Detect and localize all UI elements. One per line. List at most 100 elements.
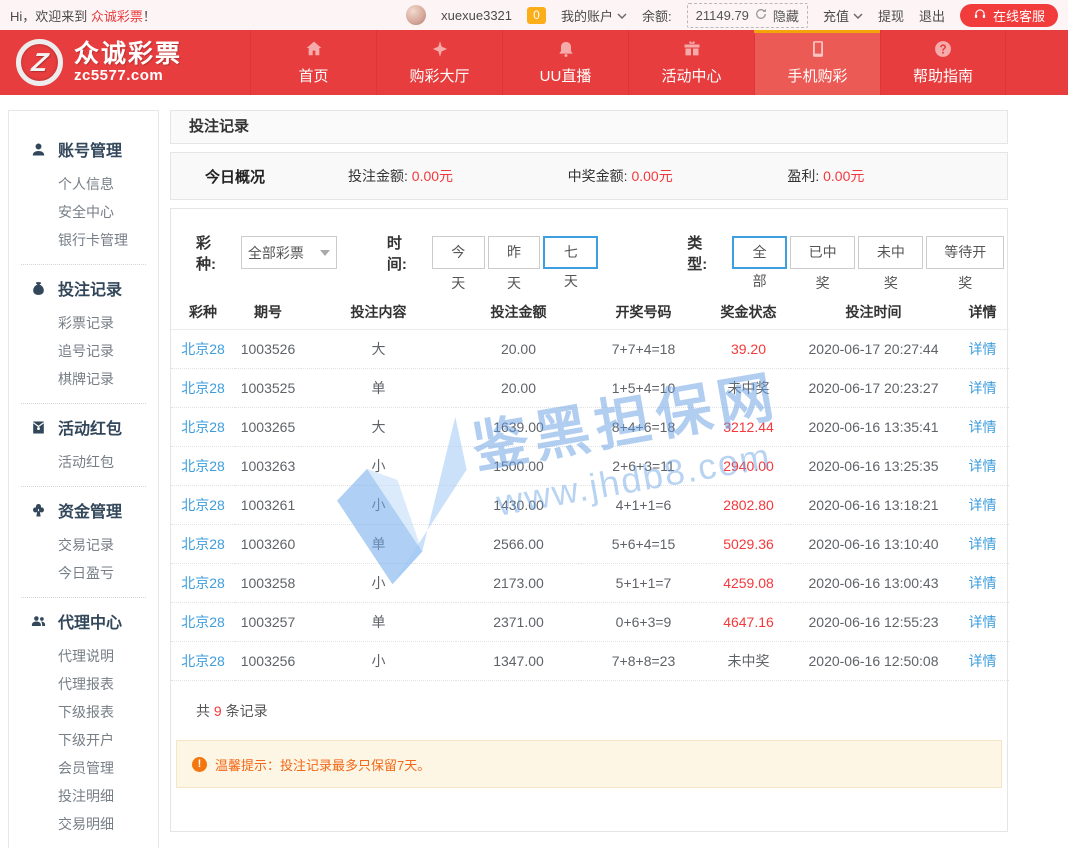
detail-link[interactable]: 详情 [969,536,997,552]
lottery-link[interactable]: 北京28 [181,575,225,591]
draw-numbers-cell: 8+4+6=18 [612,419,675,435]
sidebar-item[interactable]: 代理报表 [9,670,158,698]
my-account-menu[interactable]: 我的账户 [561,6,627,25]
lottery-link[interactable]: 北京28 [181,497,225,513]
divider [21,597,146,598]
type-filter-all[interactable]: 全部 [732,236,787,269]
bet-content-cell: 单 [372,614,386,630]
lottery-link[interactable]: 北京28 [181,419,225,435]
message-count-badge[interactable]: 0 [527,7,546,24]
nav-item-uu-live[interactable]: UU直播 [502,30,628,95]
lottery-link[interactable]: 北京28 [181,614,225,630]
gift-icon [682,39,702,59]
sidebar-item[interactable]: 交易记录 [9,531,158,559]
sidebar-item[interactable]: 会员管理 [9,754,158,782]
detail-link[interactable]: 详情 [969,575,997,591]
time-filter-today[interactable]: 今天 [432,236,485,269]
lottery-link[interactable]: 北京28 [181,458,225,474]
nav-item-lottery-hall[interactable]: 购彩大厅 [376,30,502,95]
detail-link[interactable]: 详情 [969,458,997,474]
sidebar-section-account[interactable]: 账号管理 [9,134,158,164]
sidebar-section-agent[interactable]: 代理中心 [9,606,158,636]
online-service-button[interactable]: 在线客服 [960,4,1058,27]
nav-item-help-guide[interactable]: 帮助指南 [880,30,1006,95]
sidebar-items-red-packet: 活动红包 [9,448,158,476]
detail-link[interactable]: 详情 [969,380,997,396]
chevron-down-icon [853,8,863,23]
redpacket-icon [30,419,47,436]
sidebar-item[interactable]: 追号记录 [9,337,158,365]
lottery-select[interactable]: 全部彩票 [241,236,337,269]
lottery-link[interactable]: 北京28 [181,341,225,357]
recharge-menu[interactable]: 充值 [823,6,863,25]
refresh-icon[interactable] [755,8,767,23]
prize-status-cell: 未中奖 [728,380,770,396]
nav-item-mobile-lottery[interactable]: 手机购彩 [754,30,880,95]
table-row: 北京281003526大20.007+7+4=1839.202020-06-17… [171,329,1009,368]
time-filter-yesterday[interactable]: 昨天 [488,236,541,269]
home-icon [304,39,324,59]
draw-numbers-cell: 4+1+1=6 [616,497,672,513]
sidebar-section-red-packet[interactable]: 活动红包 [9,412,158,442]
bet-time-cell: 2020-06-16 12:55:23 [809,614,939,630]
bet-content-cell: 小 [372,458,386,474]
summary-win-amount: 中奖金额: 0.00元 [568,166,788,186]
site-logo[interactable]: Z 众诚彩票 zc5577.com [0,30,250,95]
detail-link[interactable]: 详情 [969,653,997,669]
hide-balance-link[interactable]: 隐藏 [773,6,799,25]
sidebar-section-bet-records[interactable]: 投注记录 [9,273,158,303]
lottery-link[interactable]: 北京28 [181,653,225,669]
sidebar-item[interactable]: 交易明细 [9,810,158,838]
sidebar-items-account: 个人信息安全中心银行卡管理 [9,170,158,254]
sidebar-item[interactable]: 银行卡管理 [9,226,158,254]
sidebar-item[interactable]: 安全中心 [9,198,158,226]
issue-cell: 1003261 [241,497,296,513]
bet-time-cell: 2020-06-17 20:27:44 [809,341,939,357]
logout-link[interactable]: 退出 [919,6,945,25]
sidebar-section-funds[interactable]: 资金管理 [9,495,158,525]
table-header-row: 彩种期号投注内容投注金额开奖号码奖金状态投注时间详情 [171,296,1009,329]
records-panel: 彩种: 全部彩票 时间: 今天 昨天 七天 类型: 全部 已中奖 未中奖 等待开… [170,208,1008,832]
draw-numbers-cell: 7+8+8=23 [612,653,675,669]
today-summary: 今日概况 投注金额: 0.00元 中奖金额: 0.00元 盈利: 0.00元 [170,152,1008,200]
sidebar-item[interactable]: 代理说明 [9,642,158,670]
type-filter-pending[interactable]: 等待开奖 [926,236,1004,269]
column-header: 投注时间 [791,296,956,329]
withdraw-link[interactable]: 提现 [878,6,904,25]
avatar[interactable] [406,5,426,25]
divider [21,403,146,404]
detail-link[interactable]: 详情 [969,419,997,435]
page-title: 投注记录 [170,110,1008,144]
bet-content-cell: 小 [372,575,386,591]
bet-content-cell: 单 [372,380,386,396]
sidebar-item[interactable]: 投注明细 [9,782,158,810]
records-table: 彩种期号投注内容投注金额开奖号码奖金状态投注时间详情 北京281003526大2… [171,296,1009,681]
sidebar-item[interactable]: 今日盈亏 [9,559,158,587]
lottery-link[interactable]: 北京28 [181,380,225,396]
summary-bet-amount: 投注金额: 0.00元 [348,166,568,186]
brand-name: 众诚彩票 [91,9,143,24]
sidebar-item[interactable]: 下级报表 [9,698,158,726]
table-row: 北京281003256小1347.007+8+8=23未中奖2020-06-16… [171,641,1009,680]
sidebar-item[interactable]: 活动红包 [9,448,158,476]
sidebar-item[interactable]: 彩票记录 [9,309,158,337]
lottery-link[interactable]: 北京28 [181,536,225,552]
sidebar-item[interactable]: 下级开户 [9,726,158,754]
time-filter-7days[interactable]: 七天 [543,236,598,269]
logo-domain: zc5577.com [74,67,182,84]
logo-title: 众诚彩票 [74,41,182,67]
balance-box: 21149.79 隐藏 [687,3,808,28]
type-filter-lost[interactable]: 未中奖 [858,236,923,269]
type-filter-won[interactable]: 已中奖 [790,236,855,269]
sidebar-item[interactable]: 棋牌记录 [9,365,158,393]
nav-item-home[interactable]: 首页 [250,30,376,95]
sidebar-item[interactable]: 个人信息 [9,170,158,198]
nav-item-activity-center[interactable]: 活动中心 [628,30,754,95]
detail-link[interactable]: 详情 [969,497,997,513]
detail-link[interactable]: 详情 [969,614,997,630]
bet-content-cell: 单 [372,536,386,552]
issue-cell: 1003526 [241,341,296,357]
detail-link[interactable]: 详情 [969,341,997,357]
table-row: 北京281003257单2371.000+6+3=94647.162020-06… [171,602,1009,641]
draw-numbers-cell: 2+6+3=11 [612,458,674,474]
